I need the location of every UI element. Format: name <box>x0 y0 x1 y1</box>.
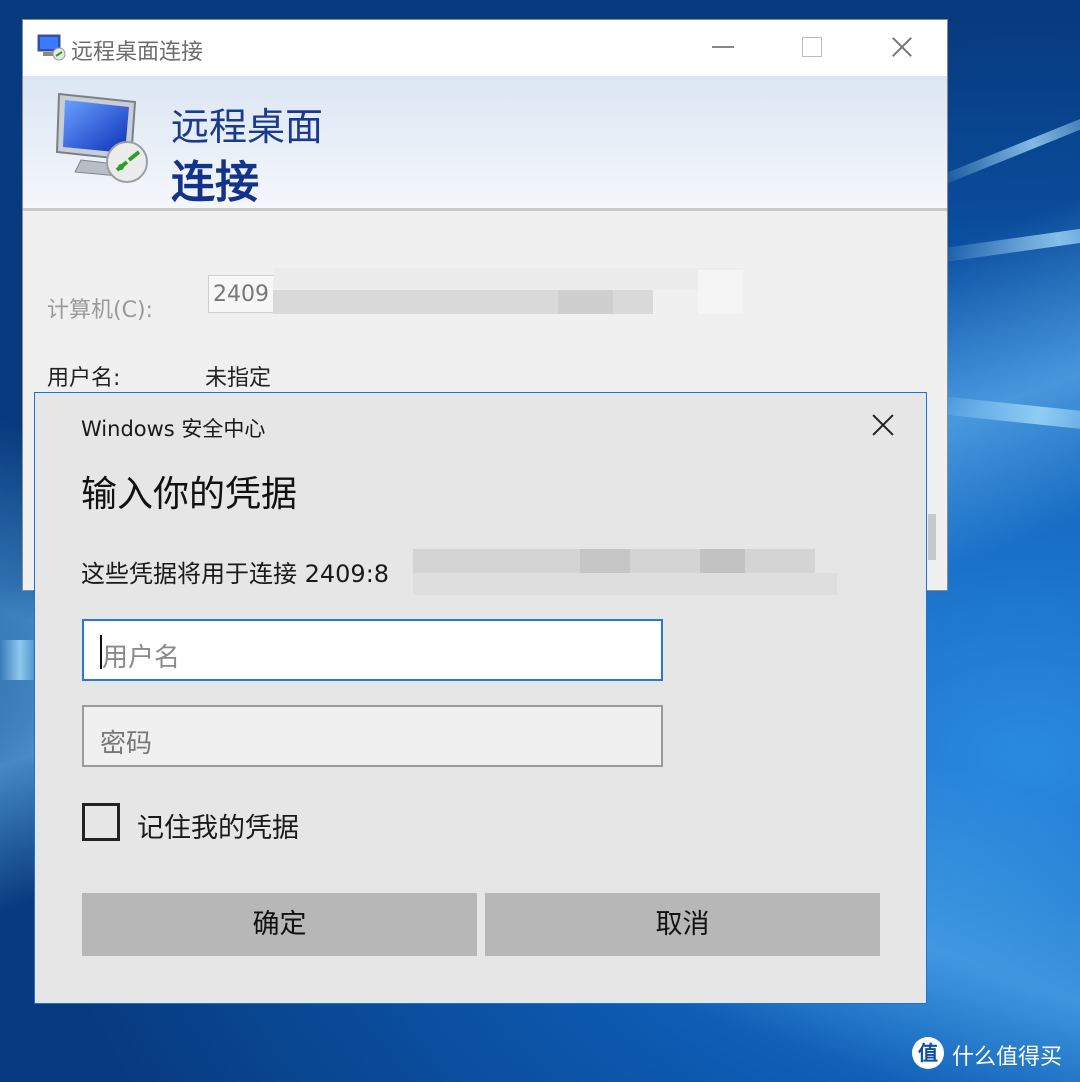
close-button[interactable] <box>889 34 915 60</box>
maximize-button[interactable] <box>800 34 826 60</box>
wallpaper-light-ray <box>928 97 1080 190</box>
monitor-icon <box>55 92 148 183</box>
computer-label: 计算机(C): <box>47 298 153 323</box>
password-placeholder: 密码 <box>100 729 153 759</box>
banner-title-line1: 远程桌面 <box>171 105 324 149</box>
options-button-edge[interactable] <box>928 514 936 560</box>
computer-input[interactable]: 2409 <box>208 275 274 313</box>
dialog-caption: Windows 安全中心 <box>81 417 266 441</box>
banner-title-line2: 连接 <box>171 157 259 208</box>
watermark-logo-icon <box>912 1037 944 1069</box>
minimize-button[interactable] <box>710 34 736 60</box>
cancel-button[interactable]: 取消 <box>485 893 880 956</box>
username-label: 用户名: <box>47 366 121 391</box>
credentials-dialog: Windows 安全中心 输入你的凭据 这些凭据将用于连接 2409:8 用户名… <box>34 392 927 1004</box>
dialog-description: 这些凭据将用于连接 2409:8 <box>81 560 390 588</box>
username-value: 未指定 <box>205 366 272 391</box>
window-titlebar[interactable]: 远程桌面连接 <box>23 20 947 76</box>
remember-credentials-label[interactable]: 记住我的凭据 <box>137 806 299 845</box>
ok-button[interactable]: 确定 <box>82 893 477 956</box>
rdp-banner: 远程桌面 连接 <box>23 76 947 211</box>
watermark-text: 什么值得买 <box>952 1045 1063 1070</box>
wallpaper-light-ray <box>929 395 1080 436</box>
remote-desktop-icon <box>37 34 66 61</box>
window-title: 远程桌面连接 <box>71 40 204 65</box>
remember-credentials-checkbox[interactable] <box>82 803 120 841</box>
password-input[interactable]: 密码 <box>82 705 663 767</box>
text-caret <box>100 635 102 669</box>
wallpaper-light-ray <box>929 213 1080 264</box>
dialog-heading: 输入你的凭据 <box>81 474 298 515</box>
username-placeholder: 用户名 <box>102 643 181 673</box>
dialog-close-icon[interactable] <box>871 413 895 437</box>
username-input[interactable]: 用户名 <box>82 619 663 681</box>
